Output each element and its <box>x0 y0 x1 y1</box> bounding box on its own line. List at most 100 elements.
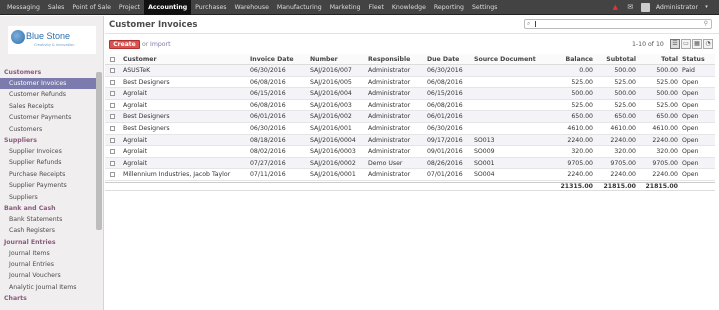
topmenu-purchases[interactable]: Purchases <box>191 0 230 15</box>
sidebar-item-suppliers[interactable]: Suppliers <box>0 192 96 203</box>
import-link[interactable]: Import <box>150 41 171 48</box>
chevron-down-icon[interactable]: ▾ <box>704 3 709 12</box>
topmenu-sales[interactable]: Sales <box>44 0 68 15</box>
row-checkbox[interactable] <box>110 137 115 143</box>
topmenu-messaging[interactable]: Messaging <box>3 0 44 15</box>
table-row[interactable]: Agrolait 06/08/2016 SAJ/2016/003 Administra… <box>105 100 715 112</box>
table-row[interactable]: ASUSTeK 06/30/2016 SAJ/2016/007 Administrat… <box>105 65 715 77</box>
sidebar-item-analytic-journal-items[interactable]: Analytic Journal Items <box>0 282 96 293</box>
column-header-number[interactable]: Number <box>310 54 365 65</box>
sidebar-item-customer-payments[interactable]: Customer Payments <box>0 112 96 123</box>
row-checkbox[interactable] <box>110 114 115 120</box>
sidebar-scrollbar[interactable] <box>96 72 102 230</box>
select-all-checkbox[interactable] <box>110 57 115 62</box>
alert-icon[interactable]: ▲ <box>611 3 620 12</box>
sidebar-item-sales-receipts[interactable]: Sales Receipts <box>0 101 96 112</box>
cell-due-date: 06/30/2016 <box>427 67 463 74</box>
topmenu-warehouse[interactable]: Warehouse <box>231 0 273 15</box>
column-header-customer[interactable]: Customer <box>123 54 243 65</box>
graph-view-icon[interactable]: ◔ <box>703 39 713 49</box>
cell-invoice-date: 07/27/2016 <box>250 159 286 167</box>
table-row[interactable]: Best Designers 06/08/2016 SAJ/2016/005 Admi… <box>105 77 715 89</box>
column-header-invoice-date[interactable]: Invoice Date <box>250 54 305 65</box>
create-button[interactable]: Create <box>109 40 140 49</box>
search-input[interactable]: ⌕ ⚲ <box>524 19 712 29</box>
sidebar-item-journal-entries[interactable]: Journal Entries <box>0 259 96 270</box>
sidebar-item-supplier-invoices[interactable]: Supplier Invoices <box>0 146 96 157</box>
cell-responsible: Administrator <box>368 113 411 121</box>
column-header-subtotal[interactable]: Subtotal <box>593 54 636 65</box>
row-checkbox[interactable] <box>110 126 115 131</box>
row-checkbox[interactable] <box>110 149 115 155</box>
sidebar-section-suppliers: Suppliers <box>4 136 37 144</box>
divider <box>105 33 719 34</box>
cell-number: SAJ/2016/0003 <box>310 148 356 156</box>
sidebar-item-customer-invoices[interactable]: Customer Invoices <box>0 78 96 90</box>
sidebar-item-cash-registers[interactable]: Cash Registers <box>0 225 96 236</box>
pager-value[interactable]: 1-10 of 10 <box>632 41 664 48</box>
cell-balance: 2240.00 <box>567 136 593 144</box>
sidebar-item-supplier-payments[interactable]: Supplier Payments <box>0 180 96 191</box>
topmenu-knowledge[interactable]: Knowledge <box>388 0 430 15</box>
topmenu-reporting[interactable]: Reporting <box>430 0 468 15</box>
calendar-view-icon[interactable]: ▦ <box>692 39 702 49</box>
sidebar-item-customers[interactable]: Customers <box>0 124 96 135</box>
sidebar-item-purchase-receipts[interactable]: Purchase Receipts <box>0 169 96 180</box>
row-checkbox[interactable] <box>110 172 115 178</box>
column-header-due-date[interactable]: Due Date <box>427 54 473 65</box>
table-row[interactable]: Best Designers 06/01/2016 SAJ/2016/002 Admi… <box>105 111 715 123</box>
column-header-status[interactable]: Status <box>682 54 714 65</box>
logo-tagline: Creativity & Innovation <box>34 43 75 47</box>
cell-number: SAJ/2016/004 <box>310 90 352 98</box>
table-row[interactable]: Agrolait 07/27/2016 SAJ/2016/0002 Demo User… <box>105 157 715 170</box>
avatar[interactable] <box>640 3 650 12</box>
form-view-icon[interactable]: ▭ <box>681 39 691 49</box>
cell-due-date: 07/01/2016 <box>427 171 463 179</box>
row-checkbox[interactable] <box>110 160 115 166</box>
row-checkbox[interactable] <box>110 102 115 108</box>
top-right-area: ▲ ✉ Administrator ▾ <box>611 0 709 15</box>
cell-invoice-date: 06/30/2016 <box>250 125 286 132</box>
cell-responsible: Administrator <box>368 136 411 144</box>
topmenu-manufacturing[interactable]: Manufacturing <box>273 0 326 15</box>
topmenu-accounting[interactable]: Accounting <box>144 0 192 15</box>
sidebar-item-customer-refunds[interactable]: Customer Refunds <box>0 89 96 100</box>
topmenu-marketing[interactable]: Marketing <box>326 0 365 15</box>
search-submit-icon[interactable]: ⚲ <box>704 20 708 27</box>
list-view-icon[interactable]: ☰ <box>670 39 680 49</box>
table-row[interactable]: Agrolait 06/15/2016 SAJ/2016/004 Administra… <box>105 88 715 100</box>
cell-total: 2240.00 <box>652 171 678 179</box>
row-checkbox[interactable] <box>110 79 115 85</box>
cell-status: Open <box>682 125 699 132</box>
sidebar-item-supplier-refunds[interactable]: Supplier Refunds <box>0 157 96 168</box>
row-checkbox[interactable] <box>110 91 115 97</box>
sidebar-item-journal-vouchers[interactable]: Journal Vouchers <box>0 270 96 281</box>
column-header-source-document[interactable]: Source Document <box>474 54 550 65</box>
topmenu-settings[interactable]: Settings <box>468 0 501 15</box>
cell-invoice-date: 06/15/2016 <box>250 90 286 98</box>
table-row[interactable]: Agrolait 08/18/2016 SAJ/2016/0004 Administr… <box>105 134 715 147</box>
topmenu-point-of-sale[interactable]: Point of Sale <box>68 0 115 15</box>
table-header: Customer Invoice Date Number Responsible Due… <box>105 54 715 65</box>
row-checkbox[interactable] <box>110 68 115 73</box>
cell-balance: 320.00 <box>571 148 593 156</box>
cell-responsible: Administrator <box>368 67 411 74</box>
cell-responsible: Administrator <box>368 125 411 132</box>
sidebar-section-charts: Charts <box>4 295 27 303</box>
topmenu-fleet[interactable]: Fleet <box>365 0 388 15</box>
sidebar-item-bank-statements[interactable]: Bank Statements <box>0 214 96 225</box>
cell-customer: Agrolait <box>123 90 148 98</box>
table-row[interactable]: Agrolait 08/02/2016 SAJ/2016/0003 Administr… <box>105 146 715 158</box>
column-header-total[interactable]: Total <box>636 54 678 65</box>
user-menu[interactable]: Administrator <box>656 4 698 11</box>
table-row[interactable]: Best Designers 06/30/2016 SAJ/2016/001 Admi… <box>105 123 715 135</box>
table-row[interactable]: Millennium Industries, Jacob Taylor 07/11… <box>105 169 715 181</box>
column-header-balance[interactable]: Balance <box>550 54 593 65</box>
cell-responsible: Demo User <box>368 159 403 167</box>
topmenu-project[interactable]: Project <box>115 0 144 15</box>
chat-icon[interactable]: ✉ <box>626 3 635 12</box>
column-header-responsible[interactable]: Responsible <box>368 54 426 65</box>
cell-subtotal: 525.00 <box>614 101 636 109</box>
cell-number: SAJ/2016/002 <box>310 113 352 121</box>
sidebar-item-journal-items[interactable]: Journal Items <box>0 248 96 259</box>
